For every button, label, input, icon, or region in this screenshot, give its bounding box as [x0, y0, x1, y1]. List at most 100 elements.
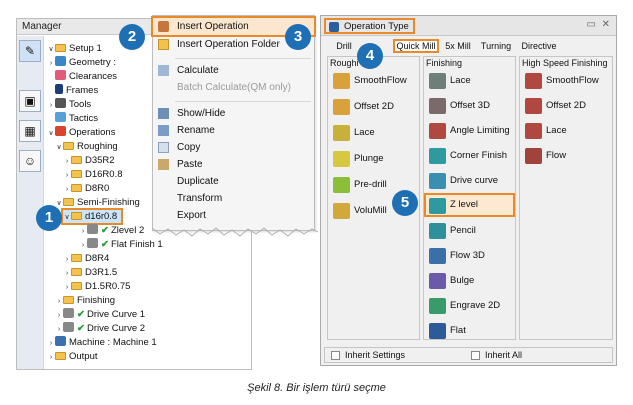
image-tab-icon[interactable]: ▦: [19, 120, 41, 142]
torn-edge: [152, 227, 318, 237]
op-smoothflow[interactable]: SmoothFlow: [330, 71, 407, 91]
menu-item-rename[interactable]: Rename: [153, 122, 314, 139]
op-bulge[interactable]: Bulge: [426, 271, 474, 291]
tab-5x-mill[interactable]: 5x Mill: [443, 39, 473, 53]
op-lace[interactable]: Lace: [426, 71, 471, 91]
tree-item-d8r4[interactable]: › D8R4: [63, 252, 109, 265]
tab-drill[interactable]: Drill: [329, 39, 359, 53]
chevron-down-icon[interactable]: ∨: [55, 141, 63, 154]
op-z-level[interactable]: Z level: [424, 193, 515, 217]
smoothflow-icon: [333, 73, 350, 89]
tools-icon: [55, 98, 66, 108]
chevron-right-icon[interactable]: ›: [47, 337, 55, 350]
op-offset-3d[interactable]: Offset 3D: [426, 96, 490, 116]
op-hsf-lace[interactable]: Lace: [522, 121, 567, 141]
chevron-right-icon[interactable]: ›: [55, 295, 63, 308]
tree-item-d3r15[interactable]: › D3R1.5: [63, 266, 117, 279]
tree-item-frames[interactable]: Frames: [55, 84, 98, 97]
chevron-down-icon[interactable]: ∨: [47, 43, 55, 56]
inherit-options: Inherit Settings Inherit All: [324, 347, 613, 363]
op-pre-drill[interactable]: Pre-drill: [330, 175, 387, 195]
chevron-down-icon[interactable]: ∨: [63, 211, 71, 224]
explorer-tab-icon[interactable]: ✎: [19, 40, 41, 62]
menu-item-show-hide[interactable]: Show/Hide: [153, 105, 314, 122]
op-pencil[interactable]: Pencil: [426, 221, 476, 241]
chevron-right-icon[interactable]: ›: [63, 169, 71, 182]
op-lace[interactable]: Lace: [330, 123, 375, 143]
chevron-right-icon[interactable]: ›: [63, 155, 71, 168]
tab-directive[interactable]: Directive: [521, 39, 557, 53]
tree-item-zlevel2[interactable]: › ✔ Zlevel 2: [79, 224, 144, 237]
tree-item-clearances[interactable]: Clearances: [55, 70, 117, 83]
group-finishing: Finishing Lace Offset 3D Angle Limiting …: [423, 56, 516, 340]
toolpath-icon: [63, 308, 74, 318]
toolpath-icon: [87, 224, 98, 234]
tree-item-d8r0[interactable]: › D8R0: [63, 182, 109, 195]
tree-item-d35r2[interactable]: › D35R2: [63, 154, 115, 167]
inherit-settings-checkbox[interactable]: [331, 351, 340, 360]
tree-item-tactics[interactable]: Tactics: [55, 112, 98, 125]
restore-icon[interactable]: ▭: [587, 19, 596, 30]
menu-item-export[interactable]: Export: [153, 207, 314, 224]
op-angle-limiting[interactable]: Angle Limiting: [426, 121, 510, 141]
folder-icon: [71, 268, 82, 276]
menu-item-paste[interactable]: Paste: [153, 156, 314, 173]
op-offset-2d[interactable]: Offset 2D: [330, 97, 394, 117]
op-hsf-smoothflow[interactable]: SmoothFlow: [522, 71, 599, 91]
tab-quick-mill[interactable]: Quick Mill: [393, 39, 439, 53]
tab-turning[interactable]: Turning: [479, 39, 513, 53]
chevron-right-icon[interactable]: ›: [63, 253, 71, 266]
op-hsf-offset-2d[interactable]: Offset 2D: [522, 96, 586, 116]
operation-type-icon: [329, 22, 339, 32]
tree-item-geometry[interactable]: › Geometry :: [47, 56, 116, 69]
tree-item-d16r08[interactable]: › D16R0.8: [63, 168, 123, 181]
chevron-right-icon[interactable]: ›: [47, 99, 55, 112]
chevron-right-icon[interactable]: ›: [55, 323, 63, 336]
op-flow-3d[interactable]: Flow 3D: [426, 246, 485, 266]
tree-item-tools[interactable]: › Tools: [47, 98, 91, 111]
menu-item-batch-calculate[interactable]: Batch Calculate(QM only): [153, 79, 314, 96]
folder-icon: [63, 296, 74, 304]
op-flat[interactable]: Flat: [426, 321, 466, 341]
chevron-right-icon[interactable]: ›: [63, 183, 71, 196]
op-drive-curve[interactable]: Drive curve: [426, 171, 498, 191]
chevron-right-icon[interactable]: ›: [79, 225, 87, 238]
chevron-right-icon[interactable]: ›: [47, 57, 55, 70]
close-icon[interactable]: ✕: [602, 19, 610, 30]
tree-item-drive-curve1[interactable]: › ✔ Drive Curve 1: [55, 308, 145, 321]
op-engrave-2d[interactable]: Engrave 2D: [426, 296, 500, 316]
frames-icon: [55, 84, 63, 94]
menu-item-copy[interactable]: Copy: [153, 139, 314, 156]
op-hsf-flow[interactable]: Flow: [522, 146, 566, 166]
folder-icon: [71, 156, 82, 164]
cube-tab-icon[interactable]: ▣: [19, 90, 41, 112]
user-tab-icon[interactable]: ☺: [19, 150, 41, 172]
menu-item-calculate[interactable]: Calculate: [153, 62, 314, 79]
chevron-down-icon[interactable]: ∨: [47, 127, 55, 140]
chevron-right-icon[interactable]: ›: [79, 239, 87, 252]
tree-item-d16r08-selected[interactable]: ∨ d16r0.8: [60, 208, 124, 225]
chevron-right-icon[interactable]: ›: [55, 309, 63, 322]
rename-icon: [158, 125, 169, 136]
tree-item-operations[interactable]: ∨ Operations: [47, 126, 115, 139]
chevron-right-icon[interactable]: ›: [63, 281, 71, 294]
tree-item-finishing[interactable]: › Finishing: [55, 294, 115, 307]
op-corner-finish[interactable]: Corner Finish: [426, 146, 507, 166]
flat-icon: [429, 323, 446, 339]
menu-item-transform[interactable]: Transform: [153, 190, 314, 207]
chevron-right-icon[interactable]: ›: [63, 267, 71, 280]
op-volumill[interactable]: VoluMill: [330, 201, 387, 221]
inherit-all-checkbox[interactable]: [471, 351, 480, 360]
tree-item-flat-finish1[interactable]: › ✔ Flat Finish 1: [79, 238, 163, 251]
tree-item-roughing[interactable]: ∨ Roughing: [55, 140, 117, 154]
tree-item-setup[interactable]: ∨ Setup 1: [47, 42, 101, 56]
tree-item-output[interactable]: › Output: [47, 350, 98, 363]
tree-item-d15r075[interactable]: › D1.5R0.75: [63, 280, 131, 294]
op-plunge[interactable]: Plunge: [330, 149, 384, 169]
tree-item-semi-finishing[interactable]: ∨ Semi-Finishing: [55, 196, 139, 209]
tree-item-drive-curve2[interactable]: › ✔ Drive Curve 2: [55, 322, 145, 335]
tree-item-machine[interactable]: › Machine : Machine 1: [47, 336, 157, 349]
dialog-title: Operation Type: [324, 18, 415, 34]
chevron-right-icon[interactable]: ›: [47, 351, 55, 364]
menu-item-duplicate[interactable]: Duplicate: [153, 173, 314, 190]
